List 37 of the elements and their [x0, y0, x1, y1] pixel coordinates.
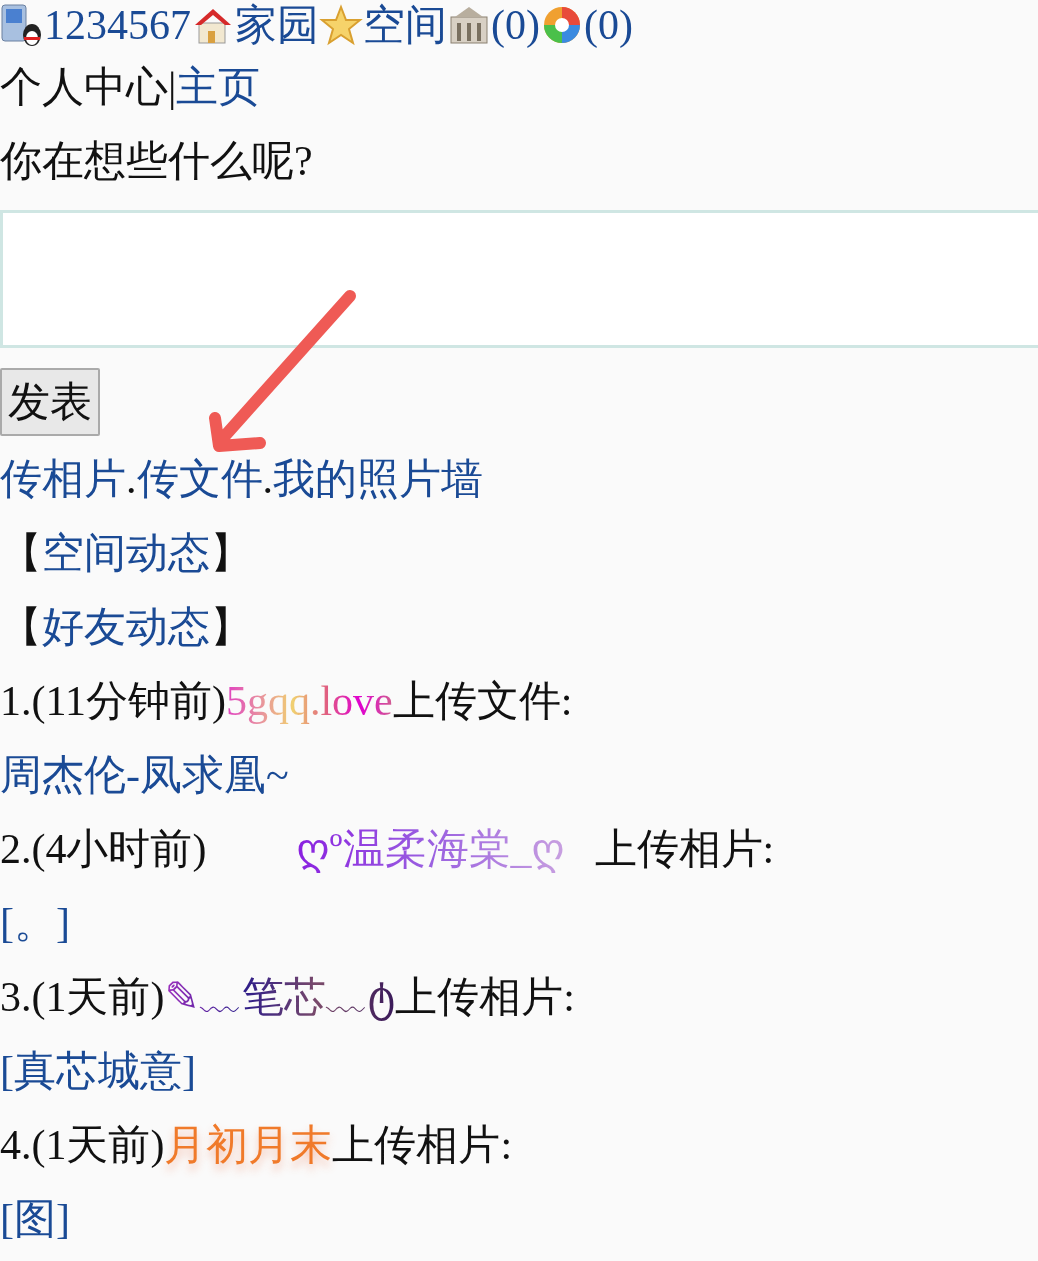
header-link[interactable]: 空间 — [363, 0, 447, 53]
action-text: 上传相片: — [395, 973, 575, 1020]
home-link[interactable]: 主页 — [176, 59, 261, 115]
action-text: 上传文件: — [392, 677, 573, 726]
upload-link[interactable]: 传相片 — [0, 451, 126, 507]
action-text: 上传相片: — [332, 1121, 513, 1170]
user-name: 月初月末 — [164, 1121, 333, 1170]
action-text: 上传相片: — [594, 825, 775, 874]
bracket: 】 — [210, 529, 252, 578]
item-link[interactable]: [。] — [0, 895, 70, 951]
separator: . — [262, 455, 273, 503]
separator: | — [168, 63, 177, 111]
section-link[interactable]: 空间动态 — [42, 525, 210, 581]
star-icon — [319, 3, 363, 47]
feed-entry-prefix: 4.(1天前) — [0, 1121, 165, 1170]
bracket: 】 — [210, 603, 252, 652]
header-link[interactable]: 家园 — [235, 0, 319, 53]
upload-link[interactable]: 传文件 — [136, 451, 263, 507]
separator: . — [126, 455, 137, 503]
item-link[interactable]: 周杰伦-凤求凰~ — [0, 747, 289, 803]
item-link[interactable]: [真芯城意] — [0, 1043, 196, 1099]
post-button[interactable]: 发表 — [0, 368, 100, 436]
section-link[interactable]: 好友动态 — [42, 599, 210, 655]
header-link[interactable]: (0) — [491, 1, 540, 49]
bracket: 【 — [0, 603, 42, 652]
bracket: 【 — [0, 529, 42, 578]
prompt-text: 你在想些什么呢? — [0, 137, 313, 186]
feed-entry-prefix: 1.(11分钟前) — [0, 677, 226, 726]
page-title: 个人中心 — [0, 63, 168, 112]
computer-penguin-icon — [0, 3, 44, 47]
status-input-field[interactable] — [0, 210, 1038, 348]
upload-link[interactable]: 我的照片墙 — [273, 451, 483, 507]
feed-entry-prefix: 3.(1天前) — [0, 973, 165, 1022]
user-id-link[interactable]: 1234567 — [44, 1, 191, 49]
item-link[interactable]: [图] — [0, 1191, 70, 1247]
feed-entry-prefix: 2.(4小时前) — [0, 825, 207, 874]
header-link[interactable]: (0) — [584, 1, 633, 49]
